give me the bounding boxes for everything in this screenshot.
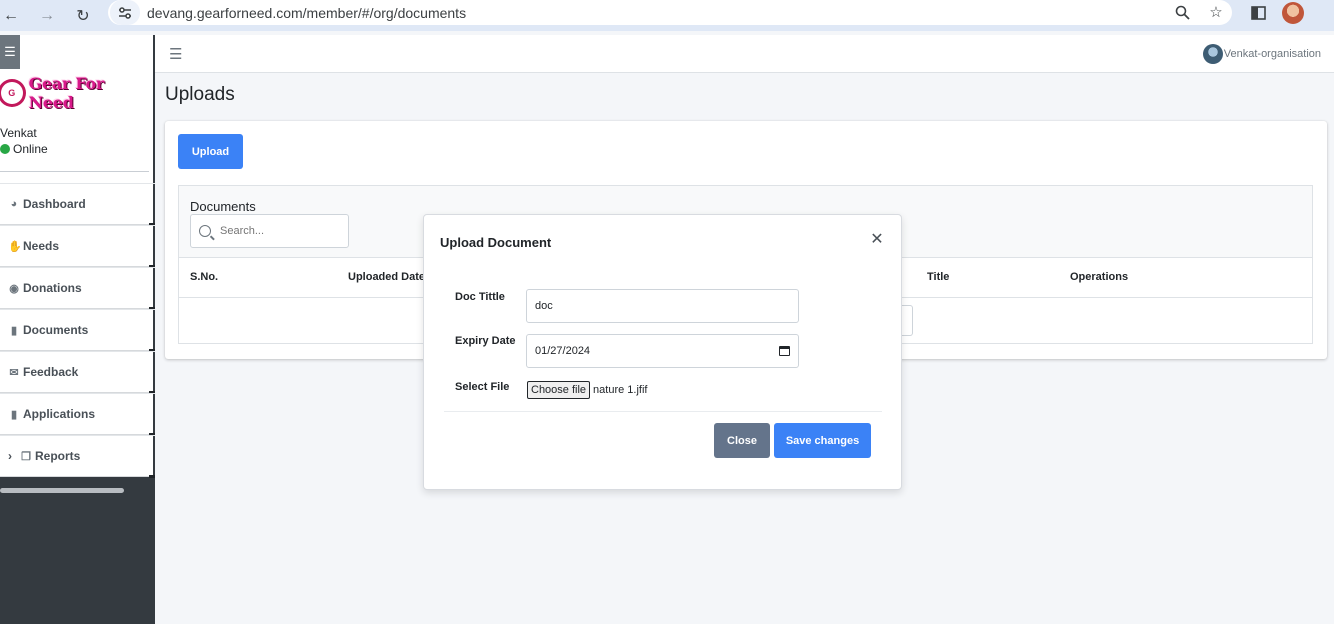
brand-logo[interactable]: G Gear For Need (0, 74, 152, 112)
search-icon (199, 225, 211, 237)
user-status-label: Online (13, 142, 48, 156)
choose-file-button[interactable]: Choose file (527, 381, 591, 399)
close-icon[interactable]: ✕ (869, 232, 885, 248)
sidebar-scrollbar[interactable] (0, 488, 124, 493)
table-title: Documents (190, 199, 256, 214)
back-icon[interactable]: ← (0, 4, 22, 28)
site-info-icon[interactable] (110, 0, 140, 25)
forward-icon[interactable]: → (34, 4, 60, 28)
file-icon: ▮ (10, 408, 18, 421)
sidebar-item-needs[interactable]: ✋ Needs (0, 225, 155, 268)
sidebar-item-label: Applications (23, 407, 96, 421)
close-button[interactable]: Close (714, 423, 770, 458)
sidebar-item-label: Documents (23, 323, 89, 337)
menu-toggle-icon[interactable]: ☰ (169, 45, 182, 63)
divider (0, 171, 149, 172)
search-input[interactable] (220, 225, 340, 237)
sidebar-item-label: Donations (23, 281, 82, 295)
doc-title-input[interactable]: doc (526, 289, 799, 323)
selected-file-name: nature 1.jfif (593, 384, 648, 396)
expiry-date-label: Expiry Date (455, 335, 516, 347)
url-text: devang.gearforneed.com/member/#/org/docu… (147, 4, 467, 21)
org-user-name: Venkat-organisation (1223, 48, 1321, 60)
page-title: Uploads (165, 84, 235, 105)
profile-avatar[interactable] (1282, 2, 1304, 24)
browser-toolbar: ← → ↻ devang.gearforneed.com/member/#/or… (0, 0, 1334, 31)
column-header-operations[interactable]: Operations (1070, 271, 1128, 283)
org-user-menu[interactable]: Venkat-organisation (1202, 44, 1321, 64)
top-navbar: ☰ Venkat-organisation (155, 35, 1334, 73)
sidebar-item-feedback[interactable]: ✉ Feedback (0, 351, 155, 394)
modal-title: Upload Document (440, 235, 552, 250)
envelope-icon: ✉ (9, 366, 19, 379)
file-icon: ▮ (10, 324, 18, 337)
upload-button[interactable]: Upload (178, 134, 243, 169)
expiry-date-input[interactable]: 01/27/2024 (526, 334, 799, 368)
sidebar-item-label: Needs (23, 239, 60, 253)
upload-document-modal: Upload Document ✕ Doc Tittle doc Expiry … (423, 214, 902, 490)
sidebar-item-reports[interactable]: › ❐ Reports (0, 435, 155, 478)
dashboard-icon: ◕ (10, 198, 18, 210)
copy-icon: ❐ (21, 450, 31, 463)
sidebar-item-label: Reports (35, 449, 81, 463)
search-box[interactable] (190, 214, 349, 248)
save-changes-button[interactable]: Save changes (774, 423, 871, 458)
chevron-right-icon: › (8, 449, 12, 463)
side-panel-icon[interactable] (1248, 3, 1268, 23)
column-header-title[interactable]: Title (927, 271, 949, 283)
doc-title-label: Doc Tittle (455, 291, 505, 303)
sidebar-item-label: Feedback (23, 365, 79, 379)
brand-logo-icon: G (0, 79, 26, 107)
calendar-icon[interactable] (779, 346, 790, 356)
reload-icon[interactable]: ↻ (70, 4, 96, 28)
sidebar: ☰ G Gear For Need Venkat Online ◕ Dashbo… (0, 35, 155, 624)
divider (444, 411, 882, 412)
online-status-icon (0, 144, 10, 154)
sidebar-item-documents[interactable]: ▮ Documents (0, 309, 155, 352)
select-file-label: Select File (455, 381, 510, 393)
bookmark-star-icon[interactable]: ☆ (1206, 2, 1226, 22)
file-input: Choose file nature 1.jfif (527, 381, 647, 399)
sidebar-item-donations[interactable]: ◉ Donations (0, 267, 155, 310)
column-header-sno[interactable]: S.No. (190, 271, 218, 283)
sidebar-item-dashboard[interactable]: ◕ Dashboard (0, 183, 155, 226)
sidebar-panel: ☰ G Gear For Need Venkat Online ◕ Dashbo… (0, 35, 155, 478)
donate-icon: ◉ (9, 282, 19, 295)
column-header-uploaded-date[interactable]: Uploaded Date (348, 271, 425, 283)
user-name: Venkat (0, 126, 37, 140)
zoom-icon[interactable] (1172, 2, 1192, 22)
user-status: Online (0, 142, 48, 156)
sidebar-item-label: Dashboard (23, 197, 86, 211)
address-bar[interactable]: devang.gearforneed.com/member/#/org/docu… (108, 0, 1232, 25)
sidebar-toggle-icon[interactable]: ☰ (0, 35, 20, 69)
expiry-date-value: 01/27/2024 (535, 345, 591, 357)
brand-name: Gear For Need (28, 74, 105, 112)
sidebar-item-applications[interactable]: ▮ Applications (0, 393, 155, 436)
sidebar-menu: ◕ Dashboard ✋ Needs ◉ Donations ▮ Docume… (0, 183, 155, 478)
avatar (1202, 44, 1223, 64)
hand-icon: ✋ (8, 240, 22, 253)
